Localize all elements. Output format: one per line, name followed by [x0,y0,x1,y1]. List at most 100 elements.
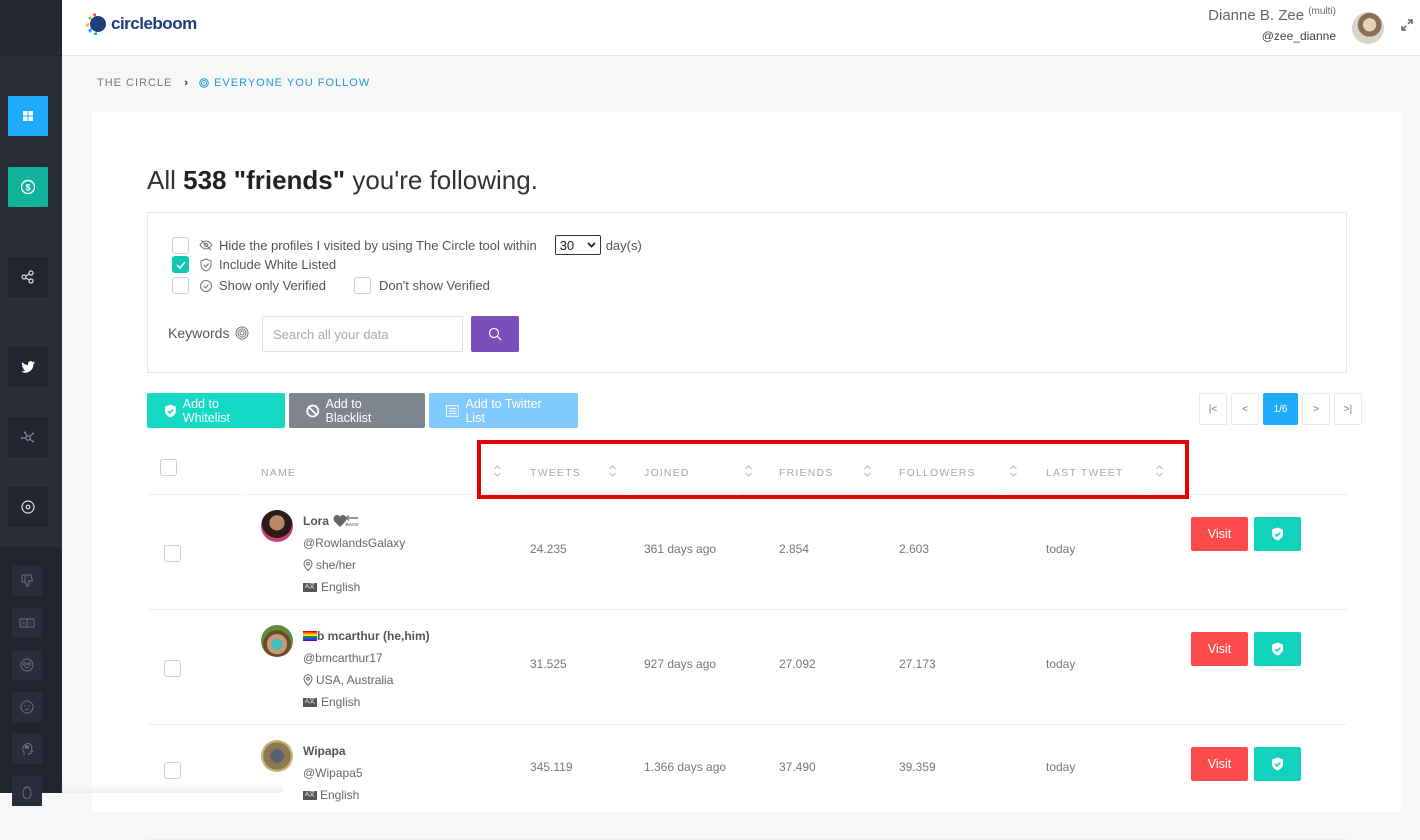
page-title: All 538 "friends" you're following. [147,165,538,195]
sidebar-item-more[interactable] [12,776,42,806]
profile-location: she/her [303,558,356,572]
sidebar-item-share[interactable] [8,257,48,297]
svg-text:☆: ☆ [28,621,33,628]
head-icon [22,742,34,755]
thumbs-down-icon [21,574,34,588]
hide-visited-label: Hide the profiles I visited by using The… [219,237,537,253]
tweets-count: 24.235 [530,542,567,556]
brand-logo[interactable]: circleboom [85,12,197,36]
keywords-label: Keywords [168,325,249,341]
shield-check-icon [200,257,212,272]
filter-verified: Show only Verified Don't show Verified [172,277,490,294]
language-icon: A ☆ [19,618,35,628]
visit-button[interactable]: Visit [1191,517,1248,551]
sidebar-item-neutral-face[interactable] [12,692,42,722]
include-whitelisted-label: Include White Listed [219,257,337,272]
days-select-value: 30 [559,237,575,253]
sidebar-item-eyes-face[interactable] [12,650,42,680]
chevron-down-icon [587,242,596,248]
sidebar-item-dashboard[interactable] [8,96,48,136]
add-to-blacklist-label: Add to Blacklist [325,396,372,425]
row-checkbox[interactable] [164,762,181,779]
profile-name[interactable]: Lora BACK [303,514,359,528]
breadcrumb-root[interactable]: THE CIRCLE [97,77,172,89]
tweets-count: 345.119 [530,760,573,774]
days-select[interactable]: 30 [554,235,601,255]
whitelist-button[interactable] [1254,517,1301,551]
whitelist-button[interactable] [1254,632,1301,666]
friends-count: 538 "friends" [183,165,346,195]
profile-name[interactable]: b mcarthur (he,him) [303,629,430,643]
user-info[interactable]: Dianne B. Zee (multi) @zee_dianne [1208,6,1336,43]
profile-name[interactable]: Wipapa [303,744,346,758]
next-page-button[interactable]: > [1302,393,1330,425]
sidebar-item-language[interactable]: A ☆ [12,608,42,638]
language-icon: A文 [303,697,317,707]
profile-handle[interactable]: @bmcarthur17 [303,651,383,665]
row-checkbox[interactable] [164,545,181,562]
friends-count: 2.854 [779,542,810,556]
chevron-right-icon: › [184,77,190,89]
target-icon [21,500,35,514]
last-tweet: today [1046,542,1076,556]
only-verified-label: Show only Verified [219,278,326,293]
svg-text:A: A [21,622,25,628]
sidebar-item-circle[interactable] [8,487,48,527]
brand-name: circleboom [111,14,197,33]
row-checkbox[interactable] [164,660,181,677]
visit-button[interactable]: Visit [1191,747,1248,781]
filter-hide-visited: Hide the profiles I visited by using The… [172,235,642,255]
bottom-fade [62,783,282,793]
last-page-button[interactable]: >| [1334,393,1362,425]
add-to-twitter-list-button[interactable]: Add to Twitter List [429,393,578,428]
ban-icon [306,404,320,417]
filter-box: Hide the profiles I visited by using The… [147,212,1347,373]
sidebar-item-pricing[interactable]: $ [8,167,48,207]
hide-visited-checkbox[interactable] [172,236,189,254]
followers-count: 39.359 [899,760,936,774]
first-page-button[interactable]: |< [1199,393,1227,425]
sidebar-item-twitter[interactable] [8,347,48,387]
account-type-badge: (multi) [1308,6,1336,17]
avatar[interactable] [261,510,293,542]
include-whitelisted-checkbox[interactable] [172,256,189,273]
face-icon [20,658,34,672]
profile-handle[interactable]: @Wipapa5 [303,766,363,780]
sidebar-item-network[interactable] [8,417,48,457]
add-to-whitelist-label: Add to Whitelist [182,396,230,425]
user-handle: @zee_dianne [1261,29,1336,43]
list-icon [446,404,460,417]
breadcrumb-current-label: EVERYONE YOU FOLLOW [214,77,371,89]
profile-language: A文 English [303,580,361,594]
highlight-box [477,440,1189,499]
keywords-search-input[interactable] [262,316,463,352]
search-button[interactable] [471,316,519,352]
avatar[interactable] [261,740,293,772]
sidebar-top [0,0,62,56]
profile-language: A文 English [303,695,361,709]
last-tweet: today [1046,760,1076,774]
expand-icon[interactable] [1400,18,1414,32]
whitelist-button[interactable] [1254,747,1301,781]
prev-page-button[interactable]: < [1231,393,1259,425]
current-page[interactable]: 1/6 [1263,393,1298,425]
add-to-whitelist-button[interactable]: Add to Whitelist [147,393,285,428]
location-pin-icon [303,674,313,686]
svg-text:BACK: BACK [346,522,360,527]
shield-check-icon [1272,642,1283,656]
dont-show-verified-checkbox[interactable] [353,277,371,294]
user-avatar[interactable] [1352,12,1384,44]
language-icon: A文 [303,790,317,800]
sidebar-item-mind[interactable] [12,734,42,764]
sidebar-item-dislike[interactable] [12,566,42,596]
followers-count: 2.603 [899,542,930,556]
verified-badge-icon [200,279,212,292]
only-verified-checkbox[interactable] [172,277,189,294]
profile-handle[interactable]: @RowlandsGalaxy [303,536,405,550]
visit-button[interactable]: Visit [1191,632,1248,666]
rainbow-flag-icon [303,631,317,641]
joined-date: 927 days ago [644,657,717,671]
add-to-blacklist-button[interactable]: Add to Blacklist [289,393,425,428]
avatar[interactable] [261,625,293,657]
select-all-checkbox[interactable] [160,459,177,476]
